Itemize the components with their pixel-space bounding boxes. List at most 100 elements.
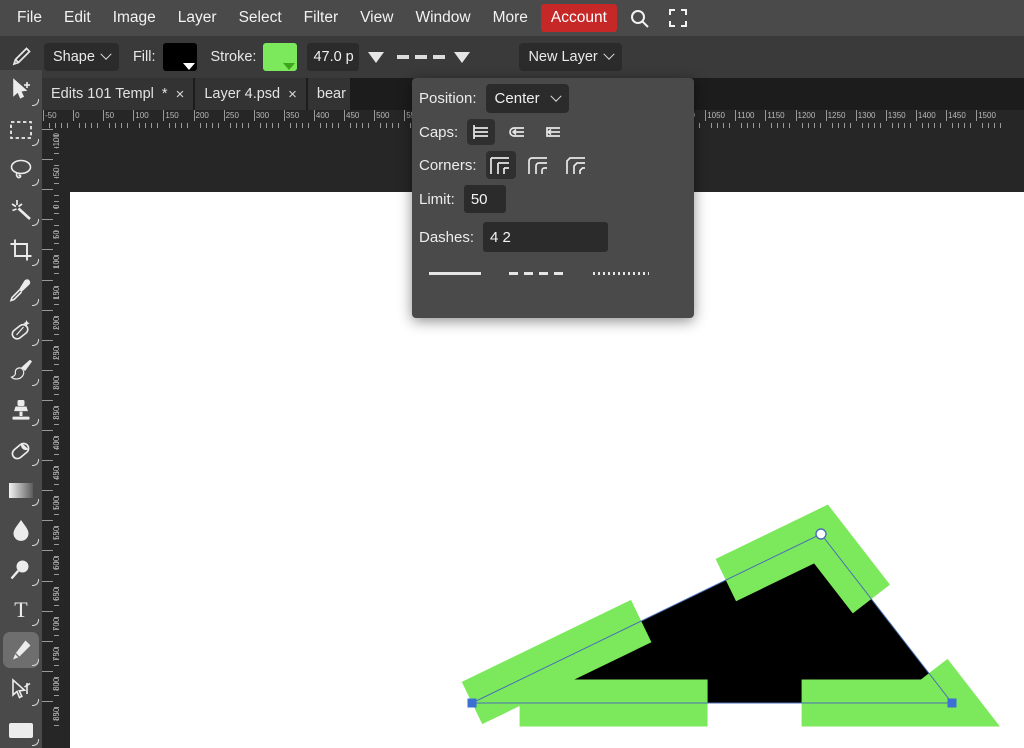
gradient-tool[interactable] [0, 470, 42, 510]
vertical-ruler: -100-50050100150200250300350400450500550… [42, 128, 59, 748]
miter-corner-icon[interactable] [485, 151, 516, 179]
round-corner-icon[interactable] [524, 151, 554, 179]
dashes-input[interactable]: 4 2 [483, 222, 609, 252]
clone-stamp-tool[interactable] [0, 390, 42, 430]
butt-cap-icon[interactable] [467, 119, 496, 145]
menu-item-file[interactable]: File [6, 4, 53, 32]
fill-dropdown-triangle-icon [182, 63, 195, 70]
stroke-width-dropdown-icon[interactable] [368, 51, 385, 63]
stroke-style-preview[interactable] [397, 55, 446, 59]
tool-flyout-corner-icon [32, 219, 39, 226]
menu-item-select[interactable]: Select [228, 4, 293, 32]
tool-flyout-corner-icon [32, 99, 39, 106]
crop-tool[interactable] [0, 230, 42, 270]
chevron-down-icon [603, 48, 615, 60]
dashes-row: Dashes: 4 2 [412, 222, 694, 252]
tab-edits-101-template[interactable]: Edits 101 Templ * × [42, 78, 194, 110]
ruler-major-tick [344, 110, 345, 121]
tab-unsaved-indicator: * [161, 86, 168, 102]
ruler-tick-label: 1150 [767, 111, 785, 120]
ruler-tick-label: 1350 [887, 111, 906, 120]
tool-flyout-corner-icon [32, 379, 39, 386]
menu-bar: File Edit Image Layer Select Filter View… [0, 0, 1024, 36]
limit-input[interactable]: 50 [463, 185, 506, 213]
dotted-line-preset[interactable] [593, 272, 649, 275]
round-cap-icon[interactable] [503, 119, 531, 145]
photo-editor-window: File Edit Image Layer Select Filter View… [0, 0, 1024, 748]
menu-item-view[interactable]: View [349, 4, 404, 32]
square-cap-icon[interactable] [539, 119, 567, 145]
corners-row: Corners: [412, 151, 694, 179]
dodge-tool[interactable] [0, 550, 42, 590]
menu-item-more[interactable]: More [482, 4, 539, 32]
menu-item-image[interactable]: Image [102, 4, 167, 32]
position-dropdown[interactable]: Center [485, 84, 569, 113]
tab-close-icon[interactable]: × [176, 87, 185, 102]
stroke-color-swatch[interactable] [263, 43, 298, 71]
ruler-tick-label: 200 [195, 111, 209, 120]
menu-item-layer[interactable]: Layer [167, 4, 228, 32]
ruler-major-tick [42, 159, 53, 161]
menu-item-filter[interactable]: Filter [293, 4, 349, 32]
menu-item-edit[interactable]: Edit [53, 4, 102, 32]
ruler-major-tick [885, 110, 887, 121]
path-anchor-point[interactable] [947, 698, 957, 708]
solid-line-preset[interactable] [429, 272, 481, 275]
menu-item-window[interactable]: Window [404, 4, 481, 32]
blur-tool[interactable] [0, 510, 42, 550]
position-row: Position: Center [412, 84, 694, 113]
move-tool[interactable] [0, 70, 42, 110]
ruler-tick-label: 350 [285, 111, 300, 120]
search-icon[interactable] [625, 5, 655, 31]
healing-brush-tool[interactable] [0, 310, 42, 350]
ruler-tick-label: 1450 [948, 111, 966, 120]
stroke-width-input[interactable]: 47.0 p [307, 43, 360, 71]
ruler-major-tick [795, 110, 797, 121]
tool-flyout-corner-icon [32, 459, 39, 466]
eyedropper-tool[interactable] [0, 270, 42, 310]
dash-segment [397, 55, 410, 59]
pen-tool[interactable] [0, 630, 42, 670]
tool-flyout-corner-icon [32, 659, 39, 666]
ruler-major-tick [765, 110, 767, 121]
magic-wand-tool[interactable] [0, 190, 42, 230]
fill-color-swatch[interactable] [162, 43, 197, 71]
tab-close-icon[interactable]: × [288, 87, 297, 102]
tab-layer-4-psd[interactable]: Layer 4.psd × [195, 78, 306, 110]
rectangle-shape-tool[interactable] [0, 710, 42, 748]
caps-label: Caps: [419, 123, 459, 141]
account-button[interactable]: Account [540, 4, 617, 32]
ruler-major-tick [43, 110, 44, 121]
fullscreen-icon[interactable] [663, 5, 693, 31]
dashed-line-preset[interactable] [509, 272, 565, 275]
stroke-options-popover: Position: Center Caps: Corners: Limit: 5… [412, 78, 694, 318]
type-tool[interactable]: T [0, 590, 42, 630]
ruler-tick-label: 50 [105, 111, 115, 120]
new-layer-dropdown[interactable]: New Layer [519, 43, 622, 71]
ruler-tick-label: 150 [165, 111, 179, 120]
ruler-major-tick [42, 309, 53, 311]
stroke-label: Stroke: [210, 49, 257, 65]
bevel-corner-icon[interactable] [562, 151, 592, 179]
limit-label: Limit: [419, 190, 455, 208]
path-selection-tool[interactable] [0, 670, 42, 710]
eraser-tool[interactable] [0, 430, 42, 470]
ruler-tick-label: 500 [376, 111, 390, 120]
paintbrush-tool[interactable] [0, 350, 42, 390]
caps-row: Caps: [412, 119, 694, 145]
tool-flyout-corner-icon [32, 259, 39, 266]
ruler-tick-label: 1300 [857, 111, 876, 120]
path-anchor-point-selected[interactable] [815, 528, 827, 540]
tool-flyout-corner-icon [32, 579, 39, 586]
tab-bear[interactable]: bear [307, 78, 350, 110]
ruler-major-tick [42, 580, 53, 582]
stroke-style-dropdown-icon[interactable] [454, 51, 471, 63]
tool-flyout-corner-icon [32, 699, 39, 706]
rectangular-marquee-tool[interactable] [0, 110, 42, 150]
shape-mode-dropdown[interactable]: Shape [44, 43, 119, 71]
stroke-dropdown-triangle-icon [283, 63, 296, 70]
path-anchor-point[interactable] [467, 698, 477, 708]
ruler-tick-label: 1050 [707, 111, 725, 120]
lasso-tool[interactable] [0, 150, 42, 190]
ruler-major-tick [915, 110, 917, 121]
